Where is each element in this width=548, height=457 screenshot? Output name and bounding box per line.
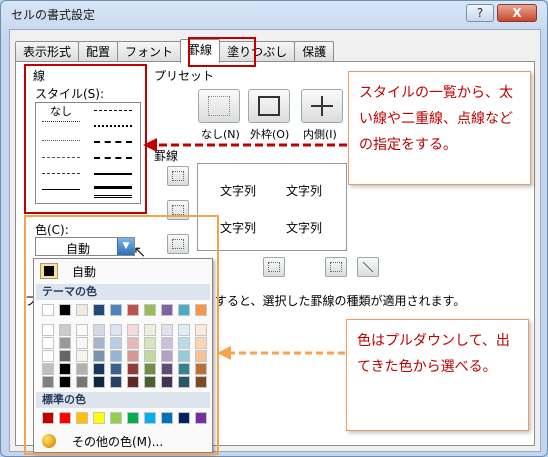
border-diagonal-button[interactable] <box>357 257 379 277</box>
close-button[interactable]: X <box>497 4 537 22</box>
border-right-button[interactable] <box>325 257 347 277</box>
preset-none-button[interactable] <box>198 89 240 123</box>
style-highlight <box>24 64 147 214</box>
tab-protection[interactable]: 保護 <box>294 41 335 62</box>
mouse-cursor-icon: ↖ <box>133 242 147 261</box>
help-button[interactable]: ? <box>466 4 494 22</box>
preview-text: 文字列 <box>286 184 323 198</box>
tab-font[interactable]: フォント <box>117 41 182 62</box>
preset-inside-button[interactable] <box>301 89 343 123</box>
title-bar: セルの書式設定 ? X <box>1 1 547 29</box>
tab-number-format[interactable]: 表示形式 <box>15 41 80 62</box>
preset-none-icon <box>208 96 230 116</box>
border-inside-vertical-button[interactable] <box>263 257 285 277</box>
color-highlight <box>24 215 219 455</box>
style-callout: スタイルの一覧から、太い線や二重線、点線などの指定をする。 <box>348 71 531 185</box>
preview-text: 文字列 <box>220 221 257 235</box>
tab-highlight <box>188 37 256 67</box>
preset-outline-icon <box>258 96 280 116</box>
preset-group-label: プリセット <box>154 69 215 83</box>
color-callout-arrow <box>217 346 345 360</box>
border-top-button[interactable] <box>167 166 189 186</box>
hint-text: すると、選択した罫線の種類が適用されます。 <box>215 294 466 308</box>
style-callout-arrow <box>143 138 347 152</box>
tab-strip: 表示形式 配置 フォント 罫線 塗りつぶし 保護 <box>15 39 335 63</box>
tab-alignment[interactable]: 配置 <box>78 41 119 62</box>
preview-text: 文字列 <box>220 184 257 198</box>
border-preview[interactable]: 文字列 文字列 文字列 文字列 <box>197 163 347 251</box>
format-cells-dialog: セルの書式設定 ? X 表示形式 配置 フォント 罫線 塗りつぶし 保護 線 ス… <box>0 0 548 457</box>
window-title: セルの書式設定 <box>11 8 96 22</box>
preview-text: 文字列 <box>286 221 323 235</box>
preset-outline-button[interactable] <box>248 89 290 123</box>
color-callout: 色はプルダウンして、出てきた色から選べる。 <box>346 319 529 431</box>
